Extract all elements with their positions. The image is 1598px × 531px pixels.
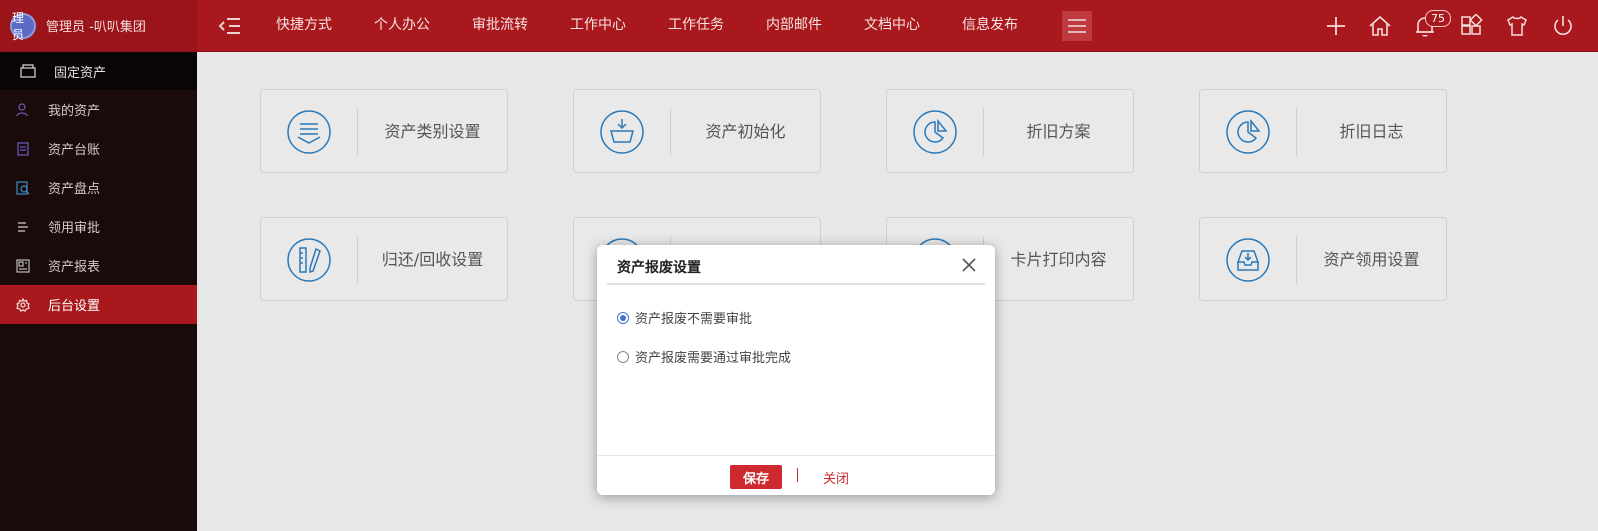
close-button[interactable]: 关闭 [823,468,849,487]
dialog-divider [607,283,985,285]
radio-no-approval[interactable]: 资产报废不需要审批 [617,308,752,327]
dialog-footer: 保存 关闭 [597,455,995,495]
radio-button[interactable] [617,350,629,363]
save-button[interactable]: 保存 [730,465,782,489]
scrap-settings-dialog: 资产报废设置 资产报废不需要审批 资产报废需要通过审批完成 保存 关闭 [597,245,995,495]
radio-button-checked[interactable] [617,311,629,324]
radio-label: 资产报废需要通过审批完成 [635,351,792,366]
radio-label: 资产报废不需要审批 [635,312,753,327]
radio-require-approval[interactable]: 资产报废需要通过审批完成 [617,347,791,366]
footer-separator [797,468,798,482]
dialog-title: 资产报废设置 [617,260,701,276]
close-icon[interactable] [961,257,977,273]
